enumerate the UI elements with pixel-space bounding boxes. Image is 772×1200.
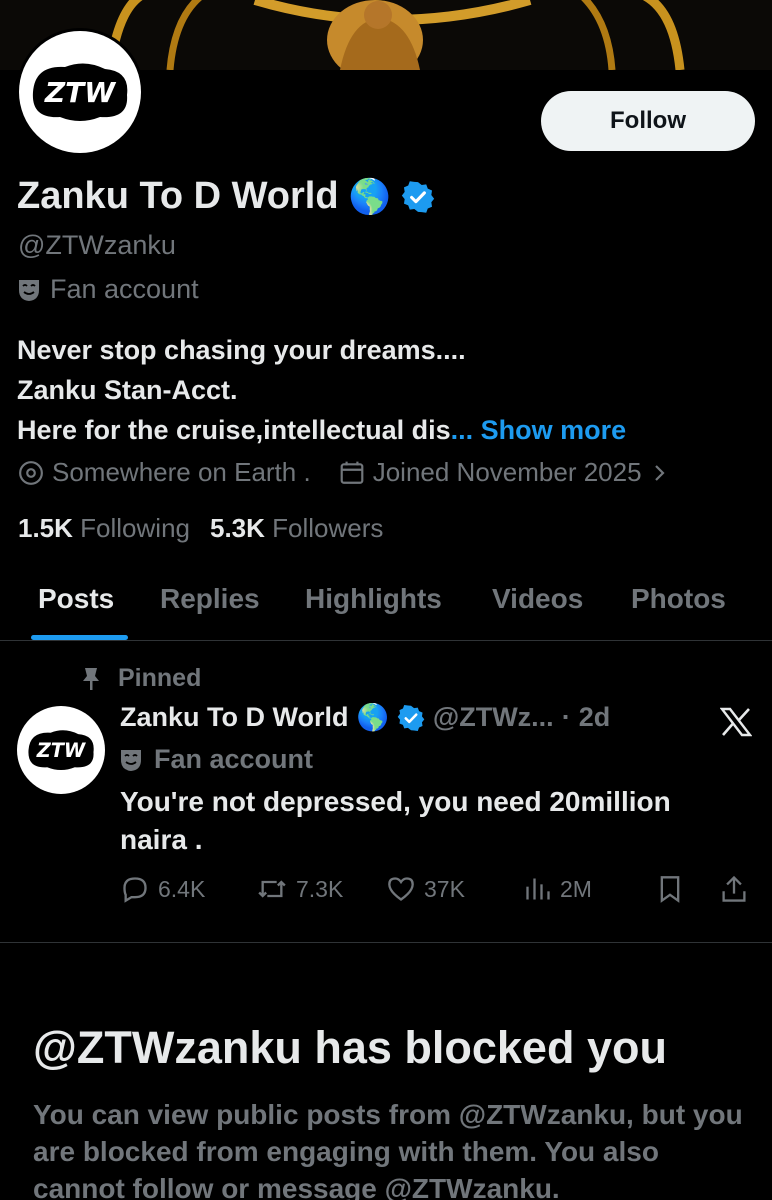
tab-videos[interactable]: Videos — [492, 583, 583, 615]
view-count: 2M — [560, 875, 592, 902]
tab-replies[interactable]: Replies — [160, 583, 260, 615]
post-actions: 6.4K 7.3K 37K 2M — [120, 872, 755, 906]
joined-date[interactable]: Joined November 2025 — [339, 457, 670, 488]
share-icon — [722, 875, 746, 902]
blocked-description: You can view public posts from @ZTWzanku… — [33, 1099, 743, 1200]
profile-bio: Never stop chasing your dreams.... Zanku… — [17, 330, 626, 450]
reply-icon — [123, 877, 147, 903]
verified-badge-icon — [397, 704, 425, 731]
like-button[interactable]: 37K — [386, 872, 465, 906]
blocked-title: @ZTWzanku has blocked you — [33, 1022, 667, 1073]
following-count-link[interactable]: 1.5K Following — [18, 513, 190, 544]
share-button[interactable] — [720, 872, 748, 906]
post-header: Zanku To D World 🌎 @ZTWz... · 2d — [120, 702, 610, 733]
profile-tabs: Posts Replies Highlights Videos Photos — [0, 575, 772, 641]
like-count: 37K — [424, 875, 465, 902]
ztw-logo-icon: ZTW — [28, 730, 94, 771]
bio-ellipsis: ... — [450, 415, 474, 445]
followers-count-link[interactable]: 5.3K Followers — [210, 513, 383, 544]
repost-count: 7.3K — [296, 875, 344, 902]
account-category-label: Fan account — [50, 274, 199, 304]
tab-photos[interactable]: Photos — [631, 583, 726, 615]
views-button[interactable]: 2M — [524, 872, 592, 906]
pinned-label: Pinned — [118, 664, 202, 692]
ztw-logo-icon: ZTW — [32, 63, 128, 121]
profile-handle: @ZTWzanku — [18, 230, 176, 260]
views-chart-icon — [526, 878, 550, 900]
divider — [0, 942, 772, 943]
globe-emoji: 🌎 — [356, 702, 389, 732]
post-author-handle: @ZTWz... — [432, 702, 554, 732]
svg-text:ZTW: ZTW — [44, 76, 116, 109]
bio-line: Here for the cruise,intellectual dis... … — [17, 415, 627, 445]
theater-masks-icon — [19, 279, 39, 301]
theater-masks-icon — [121, 749, 141, 771]
account-category: Fan account — [18, 274, 199, 305]
post-dot: · — [561, 702, 571, 732]
tab-highlights[interactable]: Highlights — [305, 583, 442, 615]
post-author-category: Fan account — [120, 744, 313, 775]
pin-icon — [83, 667, 99, 690]
follow-button[interactable]: Follow — [541, 91, 755, 151]
repost-button[interactable]: 7.3K — [256, 872, 343, 906]
post-category-label: Fan account — [154, 744, 314, 774]
x-logo-icon[interactable] — [719, 707, 753, 742]
chevron-right-icon — [654, 464, 665, 481]
post-author-name[interactable]: Zanku To D World — [120, 702, 349, 733]
calendar-icon — [340, 461, 364, 484]
tab-posts[interactable]: Posts — [38, 583, 114, 615]
post-text: You're not depressed, you need 20million… — [120, 786, 671, 855]
location-label: Somewhere on Earth . — [52, 457, 311, 487]
location: Somewhere on Earth . — [18, 457, 311, 488]
post-author-avatar[interactable]: ZTW — [17, 706, 105, 794]
location-pin-icon — [19, 460, 43, 485]
reply-button[interactable]: 6.4K — [120, 872, 205, 906]
display-name: Zanku To D World — [17, 175, 339, 217]
bio-line: Zanku Stan-Acct. — [17, 375, 238, 405]
reply-count: 6.4K — [158, 875, 206, 902]
joined-label: Joined November 2025 — [372, 457, 642, 487]
active-tab-indicator — [31, 635, 128, 640]
bio-line: Never stop chasing your dreams.... — [17, 335, 466, 365]
heart-icon — [388, 877, 414, 901]
show-more-link[interactable]: Show more — [481, 415, 627, 445]
bookmark-button[interactable] — [657, 872, 683, 906]
post-time[interactable]: 2d — [579, 702, 611, 733]
bookmark-icon — [660, 876, 680, 903]
follow-counts: 1.5K Following 5.3K Followers — [18, 513, 383, 544]
display-name-row: Zanku To D World 🌎 — [17, 175, 435, 218]
globe-emoji: 🌎 — [348, 177, 391, 216]
profile-avatar[interactable]: ZTW — [16, 28, 144, 156]
profile-meta: Somewhere on Earth . Joined November 202… — [18, 457, 670, 488]
verified-badge-icon[interactable] — [401, 180, 435, 214]
svg-text:ZTW: ZTW — [36, 739, 87, 762]
repost-icon — [258, 880, 286, 898]
pinned-indicator: Pinned — [80, 664, 201, 693]
